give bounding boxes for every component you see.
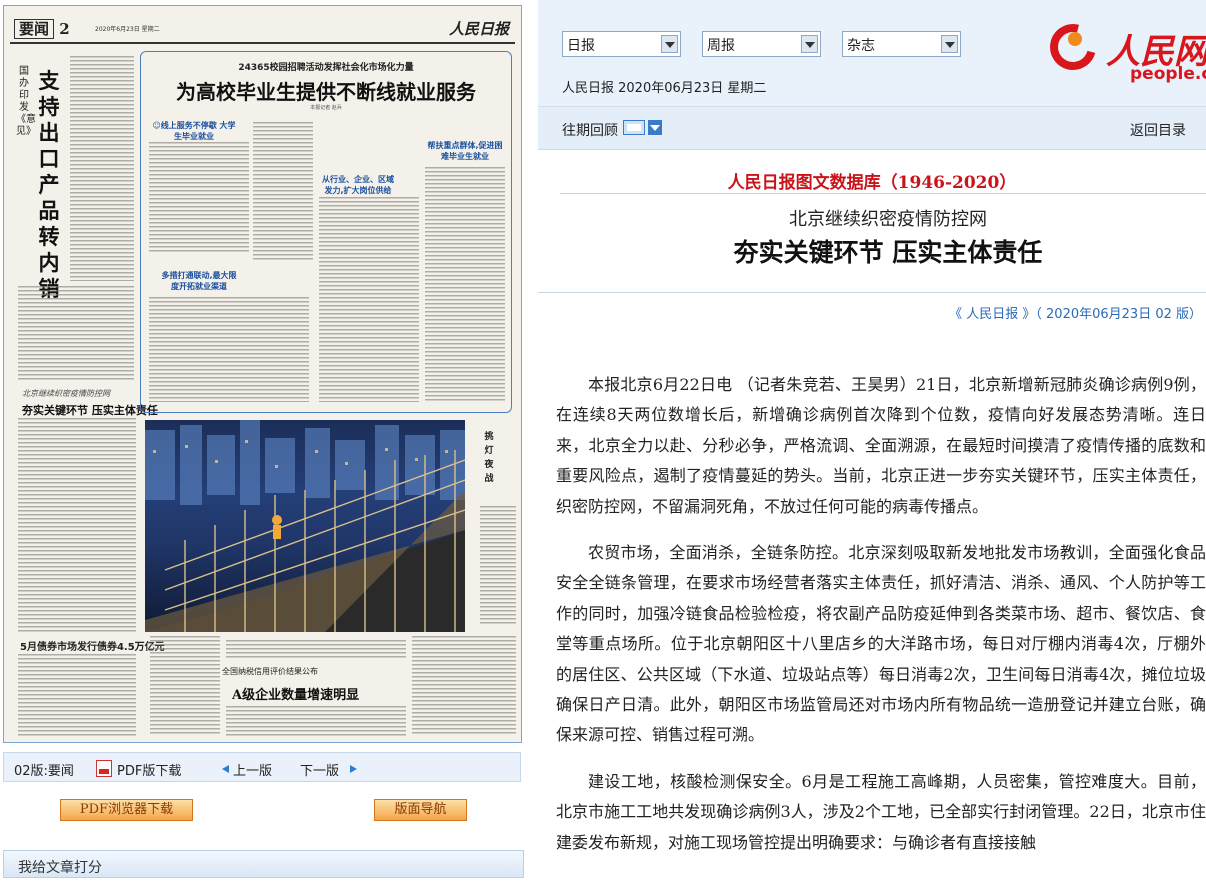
layout-nav-button[interactable]: 版面导航 <box>374 799 467 821</box>
weekly-select-value: 周报 <box>707 38 735 54</box>
text-column <box>18 286 134 381</box>
left-panel: 要闻 2 2020年6月23日 星期二 人民日报 国办印发《意见》 支持出口产品… <box>0 0 526 890</box>
arrow-left-icon <box>222 765 229 773</box>
article-headline: 夯实关键环节 压实主体责任 <box>733 238 1043 267</box>
pdf-icon[interactable] <box>96 760 112 777</box>
prev-page-link[interactable]: 上一版 <box>233 760 272 779</box>
weekly-select[interactable]: 周报 <box>702 31 821 57</box>
left-story-kicker[interactable]: 北京继续织密疫情防控网 <box>22 388 110 399</box>
rate-article-label: 我给文章打分 <box>18 860 102 876</box>
magazine-select-value: 杂志 <box>847 38 875 54</box>
article-paragraph: 农贸市场，全面消杀，全链条防控。北京深刻吸取新发地批发市场教训，全面强化食品安全… <box>556 543 1206 745</box>
newspaper-page-number: 2 <box>59 20 70 38</box>
top-selector-bar: 日报 周报 杂志 人民日报 2020年06月23日 星期二 人民网 people… <box>538 0 1206 106</box>
page-nav-bar: 02版:要闻 PDF版下载 上一版 下一版 <box>3 752 521 782</box>
chevron-down-icon[interactable] <box>801 35 818 53</box>
bottom-left-story-title[interactable]: 5月债券市场发行债券4.5万亿元 <box>20 638 165 653</box>
article-body: 本报北京6月22日电 （记者朱竞若、王昊男）21日，北京新增新冠肺炎确诊病例9例… <box>556 370 1206 874</box>
logo-swirl-icon <box>1041 15 1105 79</box>
database-title: 人民日报图文数据库（1946-2020） <box>727 173 1017 193</box>
featured-subhead: 多措打通联动,最大限度开拓就业渠道 <box>161 271 237 291</box>
back-to-contents-link[interactable]: 返回目录 <box>1130 120 1186 140</box>
vertical-headline: 支持出口产品转内销 <box>38 68 60 301</box>
magazine-select[interactable]: 杂志 <box>842 31 961 57</box>
logo-english-text: people.cn <box>1130 64 1206 84</box>
construction-night-photo <box>145 420 465 632</box>
article-source[interactable]: 《 人民日报 》（ 2020年06月23日 02 版） <box>949 303 1202 322</box>
featured-subhead: 帮扶重点群体,促进困难毕业生就业 <box>427 141 503 161</box>
text-column <box>425 167 505 402</box>
vertical-kicker: 国办印发《意见》 <box>16 66 36 137</box>
text-column <box>226 640 406 660</box>
issue-date-line: 人民日报 2020年06月23日 星期二 <box>562 81 767 96</box>
calendar-icon[interactable] <box>623 120 645 135</box>
newspaper-photo[interactable] <box>145 420 465 632</box>
bottom-story-kicker: 全国纳税信用评价结果公布 <box>222 667 318 676</box>
text-column <box>149 142 249 252</box>
newspaper-masthead: 人民日报 <box>448 20 509 38</box>
calendar-dropdown-icon[interactable] <box>648 120 662 135</box>
text-column <box>480 506 516 626</box>
rate-article-bar[interactable]: 我给文章打分 <box>3 850 524 878</box>
next-page-link[interactable]: 下一版 <box>300 760 339 779</box>
left-story-title[interactable]: 夯实关键环节 压实主体责任 <box>22 402 158 418</box>
text-column <box>18 654 136 736</box>
archive-nav-bar: 往期回顾 返回目录 <box>538 106 1206 150</box>
pdf-browser-download-button[interactable]: PDF浏览器下载 <box>60 799 193 821</box>
text-column <box>253 122 313 262</box>
newspaper-header: 要闻 2 2020年6月23日 星期二 人民日报 <box>10 14 515 44</box>
newspaper-date: 2020年6月23日 星期二 <box>95 26 160 33</box>
arrow-right-icon <box>350 765 357 773</box>
featured-story-title: 为高校毕业生提供不断线就业服务 <box>176 80 476 104</box>
text-column <box>70 56 134 281</box>
featured-subhead: ☺线上服务不停歇 大学生毕业就业 <box>152 121 236 141</box>
featured-subhead: 从行业、企业、区域发力,扩大岗位供给 <box>322 175 394 195</box>
newspaper-page-image[interactable]: 要闻 2 2020年6月23日 星期二 人民日报 国办印发《意见》 支持出口产品… <box>3 5 522 743</box>
article-paragraph: 本报北京6月22日电 （记者朱竞若、王昊男）21日，北京新增新冠肺炎确诊病例9例… <box>556 375 1206 516</box>
bottom-story-title[interactable]: A级企业数量增速明显 <box>232 684 359 703</box>
past-issues-link[interactable]: 往期回顾 <box>562 120 618 140</box>
daily-select-value: 日报 <box>567 38 595 54</box>
photo-side-title: 挑灯夜战 <box>484 432 494 484</box>
logo-dot-icon <box>1068 32 1082 46</box>
text-column <box>149 297 309 402</box>
article-paragraph: 建设工地，核酸检测保安全。6月是工程施工高峰期，人员密集，管控难度大。目前，北京… <box>556 771 1206 852</box>
pdf-download-link[interactable]: PDF版下载 <box>117 760 181 779</box>
newspaper-section: 要闻 2 <box>14 18 70 39</box>
current-page-label: 02版:要闻 <box>14 764 74 779</box>
text-column <box>18 418 136 633</box>
text-column <box>319 197 419 402</box>
chevron-down-icon[interactable] <box>661 35 678 53</box>
newspaper-section-label: 要闻 <box>14 19 55 39</box>
text-column <box>226 706 406 736</box>
divider <box>560 193 1206 194</box>
featured-story-byline: 本报记者 赵兵 <box>310 105 342 111</box>
chevron-down-icon[interactable] <box>941 35 958 53</box>
people-cn-logo[interactable]: 人民网 people.cn <box>1041 15 1206 88</box>
article-subtitle: 北京继续织密疫情防控网 <box>789 209 987 230</box>
divider <box>538 292 1206 293</box>
daily-select[interactable]: 日报 <box>562 31 681 57</box>
text-column <box>412 636 516 736</box>
featured-story-box[interactable]: 24365校园招聘活动发挥社会化市场化力量 为高校毕业生提供不断线就业服务 本报… <box>140 51 512 413</box>
text-column <box>150 636 220 736</box>
featured-story-kicker: 24365校园招聘活动发挥社会化市场化力量 <box>238 63 414 73</box>
